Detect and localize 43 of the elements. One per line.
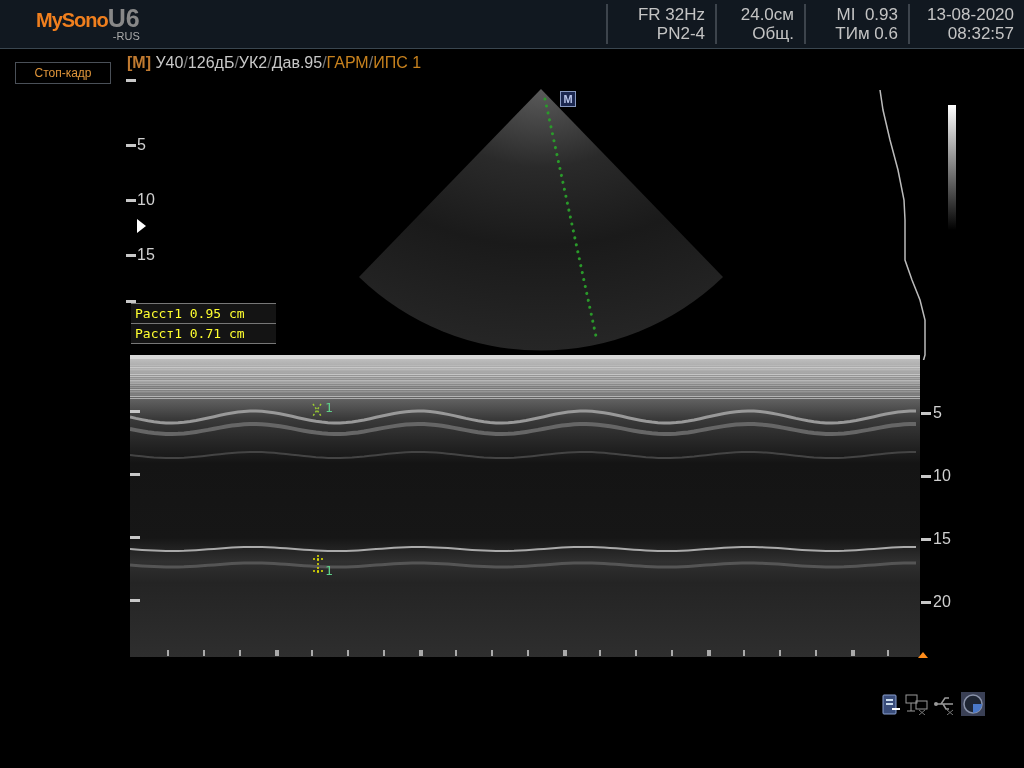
info-text: MI 0.93	[836, 5, 898, 24]
imaging-parameters: [M] У40/126дБ/УК2/Дав.95/ГАРМ/ИПС 1	[127, 54, 422, 72]
info-text: ТИм 0.6	[835, 24, 898, 43]
battery-icon[interactable]	[881, 693, 901, 715]
measurement-result: Расст1 0.95 cm	[131, 304, 276, 324]
info-text: FR 32Hz	[637, 5, 705, 24]
depth-tick	[126, 253, 136, 257]
depth-tick	[126, 143, 136, 147]
depth-tick	[921, 600, 931, 604]
info-text: Общ.	[752, 24, 794, 43]
caliper-marker[interactable]	[312, 555, 324, 575]
depth-tick	[130, 599, 140, 602]
freeze-button[interactable]: Стоп-кадр	[15, 62, 111, 84]
info-text: 13-08-2020	[927, 5, 1014, 24]
sweep-marker-icon	[918, 652, 928, 658]
depth-tick	[921, 537, 931, 541]
caliper-label: 1	[325, 563, 333, 578]
depth-tick	[126, 79, 136, 82]
depth-tick	[130, 536, 140, 539]
network-icon[interactable]	[905, 693, 929, 715]
disk-icon[interactable]	[961, 692, 985, 716]
depth-tick	[130, 410, 140, 413]
logo: MySonoU6 -RUS	[36, 6, 140, 42]
caliper-label: 1	[325, 400, 333, 415]
measurement-result: Расст1 0.71 cm	[131, 324, 276, 344]
depth-label: 10	[137, 191, 155, 209]
depth-label: 15	[137, 246, 155, 264]
depth-label: 5	[933, 404, 942, 422]
depth-label: 20	[933, 593, 951, 611]
info-text: PN2-4	[656, 24, 705, 43]
depth-tick	[921, 474, 931, 478]
depth-label: 10	[933, 467, 951, 485]
depth-tick	[126, 300, 136, 303]
depth-tick	[130, 473, 140, 476]
depth-tick	[921, 411, 931, 415]
m-line-label: M	[560, 91, 576, 107]
caliper-marker[interactable]	[311, 402, 323, 418]
info-text: 08:32:57	[947, 24, 1014, 43]
depth-label: 15	[933, 530, 951, 548]
focus-marker-icon[interactable]	[137, 219, 146, 233]
depth-label: 5	[137, 136, 146, 154]
info-text: 24.0см	[740, 5, 794, 24]
depth-tick	[126, 198, 136, 202]
